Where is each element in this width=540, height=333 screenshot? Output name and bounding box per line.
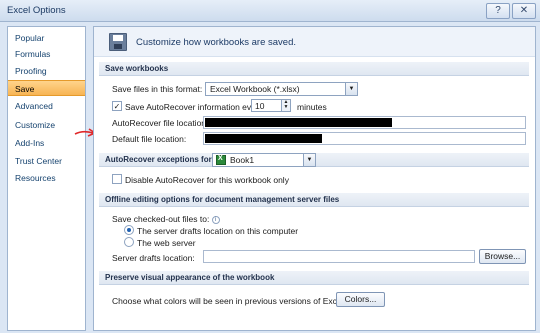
chevron-down-icon: ▼ <box>345 83 357 95</box>
nav-item-resources[interactable]: Resources <box>8 170 85 186</box>
checked-out-label: Save checked-out files to: i <box>112 214 220 224</box>
chevron-down-icon: ▼ <box>303 154 315 166</box>
section-preserve-appearance: Preserve visual appearance of the workbo… <box>99 271 529 285</box>
colors-prompt: Choose what colors will be seen in previ… <box>112 296 346 306</box>
section-save-workbooks: Save workbooks <box>99 62 529 76</box>
workbook-dropdown[interactable]: Book1 ▼ <box>212 153 316 167</box>
redaction-bar <box>205 134 322 143</box>
format-dropdown-value: Excel Workbook (*.xlsx) <box>210 84 300 94</box>
nav-item-popular[interactable]: Popular <box>8 30 85 46</box>
save-options-panel: Customize how workbooks are saved. Save … <box>93 26 536 331</box>
nav-item-advanced[interactable]: Advanced <box>8 98 85 114</box>
autorecover-checkbox[interactable]: ✓ <box>112 101 122 111</box>
autorecover-exceptions-title: AutoRecover exceptions for: <box>105 155 215 164</box>
excel-workbook-icon <box>216 155 226 165</box>
minutes-label: minutes <box>297 102 327 112</box>
autorecover-minutes-spinner[interactable]: 10 ▲ ▼ <box>251 99 291 112</box>
radio-web-server[interactable] <box>124 237 134 247</box>
info-icon: i <box>211 215 220 224</box>
server-drafts-label: Server drafts location: <box>112 253 195 263</box>
nav-item-trust-center[interactable]: Trust Center <box>8 153 85 169</box>
disable-autorecover-checkbox[interactable] <box>112 174 122 184</box>
save-disk-icon <box>109 33 127 51</box>
redaction-bar <box>205 118 392 127</box>
radio-server-drafts-label: The server drafts location on this compu… <box>137 226 299 236</box>
nav-item-formulas[interactable]: Formulas <box>8 46 85 62</box>
workbook-dropdown-value: Book1 <box>230 155 255 165</box>
colors-button[interactable]: Colors... <box>336 292 385 307</box>
options-nav: Popular Formulas Proofing Save Advanced … <box>7 26 86 331</box>
browse-button[interactable]: Browse... <box>479 249 526 264</box>
format-dropdown[interactable]: Excel Workbook (*.xlsx) ▼ <box>205 82 358 96</box>
checked-out-label-text: Save checked-out files to: <box>112 214 210 224</box>
server-drafts-input[interactable] <box>203 250 475 263</box>
nav-item-save[interactable]: Save <box>8 80 85 96</box>
radio-server-drafts[interactable] <box>124 225 134 235</box>
radio-web-server-label: The web server <box>137 238 196 248</box>
autorecover-minutes-value: 10 <box>255 101 265 111</box>
default-location-input[interactable] <box>203 132 526 145</box>
spinner-arrows-icon: ▲ ▼ <box>281 100 290 111</box>
autorecover-location-label: AutoRecover file location: <box>112 118 209 128</box>
window-title: Excel Options <box>7 5 66 16</box>
autorecover-location-input[interactable] <box>203 116 526 129</box>
disable-autorecover-label: Disable AutoRecover for this workbook on… <box>125 175 289 185</box>
autorecover-label: Save AutoRecover information every <box>125 102 263 112</box>
panel-header: Customize how workbooks are saved. <box>94 27 535 57</box>
format-label: Save files in this format: <box>112 84 203 94</box>
close-button[interactable]: ✕ <box>512 3 536 19</box>
nav-item-proofing[interactable]: Proofing <box>8 63 85 79</box>
panel-header-text: Customize how workbooks are saved. <box>136 37 296 48</box>
default-location-label: Default file location: <box>112 134 187 144</box>
help-button[interactable]: ? <box>486 3 510 19</box>
title-bar: Excel Options ? ✕ <box>0 0 540 22</box>
section-offline-editing: Offline editing options for document man… <box>99 193 529 207</box>
